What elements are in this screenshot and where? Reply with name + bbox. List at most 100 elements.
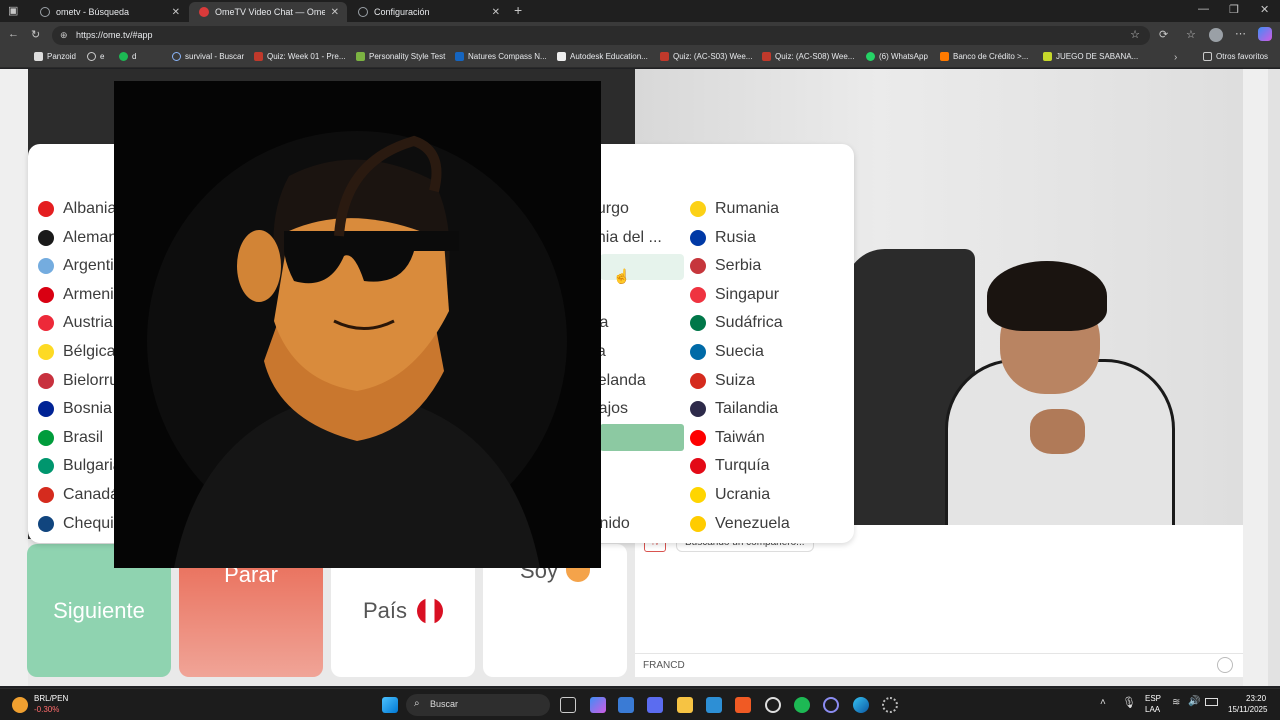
country-option[interactable]: Rumania: [690, 196, 779, 222]
windows-start-icon[interactable]: [382, 697, 398, 713]
settings-gear-icon[interactable]: [882, 697, 898, 713]
bookmark-item[interactable]: Banco de Crédito >...: [940, 52, 1028, 61]
tab-search[interactable]: ometv - Búsqueda ✕: [30, 2, 188, 22]
more-menu-icon[interactable]: ⋯: [1235, 27, 1246, 40]
mouse-cursor-icon: ☝: [613, 268, 631, 284]
bookmark-item[interactable]: survival - Buscar: [172, 52, 244, 61]
country-option[interactable]: Taiwán: [690, 425, 765, 451]
country-option[interactable]: Tailandia: [690, 396, 778, 422]
clock-time[interactable]: 23:20: [1246, 694, 1266, 703]
bookmark-item[interactable]: Quiz: Week 01 - Pre...: [254, 52, 346, 61]
spotify-icon[interactable]: [794, 697, 810, 713]
back-icon[interactable]: ←: [8, 28, 19, 40]
reload-icon[interactable]: ↻: [31, 28, 40, 41]
country-option[interactable]: Suiza: [690, 368, 755, 394]
copilot-app-icon[interactable]: [590, 697, 606, 713]
bookmark-label: e: [100, 52, 105, 61]
bookmark-item[interactable]: Quiz: (AC-S08) Wee...: [762, 52, 854, 61]
country-option[interactable]: Bélgica: [38, 339, 115, 365]
country-option[interactable]: Turquía: [690, 453, 770, 479]
country-flag-icon: [690, 344, 706, 360]
brave-icon[interactable]: [735, 697, 751, 713]
wifi-icon[interactable]: ≋: [1172, 697, 1180, 708]
language-top[interactable]: ESP: [1145, 694, 1161, 703]
chevron-right-icon[interactable]: ›: [1174, 52, 1177, 63]
task-view-icon[interactable]: [560, 697, 576, 713]
bookmark-item[interactable]: (6) WhatsApp: [866, 52, 928, 61]
copilot-icon[interactable]: [1258, 27, 1272, 41]
country-option[interactable]: Chequia: [38, 511, 123, 537]
country-flag-icon: [38, 487, 54, 503]
bookmark-item[interactable]: Personality Style Test: [356, 52, 445, 61]
spotify-icon: [119, 52, 128, 61]
clock-date[interactable]: 15/11/2025: [1228, 705, 1267, 714]
country-option[interactable]: Albania: [38, 196, 116, 222]
taskbar-search[interactable]: ⌕ Buscar: [406, 694, 550, 716]
tab-ometv[interactable]: OmeTV Video Chat — Omeg ✕: [189, 2, 347, 22]
close-tab-icon[interactable]: ✕: [492, 7, 500, 18]
weather-icon[interactable]: [12, 697, 28, 713]
microphone-icon[interactable]: 🎙: [1122, 696, 1136, 709]
country-flag-icon: [690, 286, 706, 303]
favorite-star-icon[interactable]: ☆: [1130, 26, 1140, 45]
extensions-icon[interactable]: ⟳: [1159, 28, 1168, 41]
whatsapp-icon: [866, 52, 875, 61]
new-tab-icon[interactable]: +: [514, 2, 522, 18]
gear-icon: [358, 7, 368, 17]
battery-icon[interactable]: [1205, 698, 1218, 706]
file-explorer-icon[interactable]: [677, 697, 693, 713]
bookmark-item[interactable]: Panzoid: [34, 52, 76, 61]
country-option[interactable]: Bosnia: [38, 396, 112, 422]
bookmark-item[interactable]: d: [119, 52, 136, 61]
tab-title: OmeTV Video Chat — Omeg: [215, 7, 325, 17]
country-option[interactable]: Suecia: [690, 339, 764, 365]
show-hidden-icons[interactable]: ˄: [1100, 697, 1106, 708]
country-flag-icon: [690, 201, 706, 217]
autodesk-icon: [557, 52, 566, 61]
country-option[interactable]: Bulgaria: [38, 453, 122, 479]
edge-icon[interactable]: [853, 697, 869, 713]
volume-icon[interactable]: 🔊: [1188, 696, 1200, 707]
site-info-icon[interactable]: ⊕: [60, 26, 68, 45]
country-option[interactable]: Rusia: [690, 225, 756, 251]
close-window-icon[interactable]: ✕: [1260, 3, 1269, 16]
browser-tab-bar: ▣ ometv - Búsqueda ✕ OmeTV Video Chat — …: [0, 0, 1280, 22]
bookmark-item[interactable]: Autodesk Education...: [557, 52, 648, 61]
chat-input[interactable]: FRANCD: [635, 653, 1243, 677]
bookmark-item[interactable]: Natures Compass N...: [455, 52, 547, 61]
chatgpt-icon[interactable]: [765, 697, 781, 713]
language-bottom[interactable]: LAA: [1145, 705, 1160, 714]
bookmark-label: Otros favoritos: [1216, 52, 1269, 61]
bookmark-item[interactable]: Quiz: (AC-S03) Wee...: [660, 52, 752, 61]
globe-icon: [87, 52, 96, 61]
window-menu-icon[interactable]: ▣: [8, 4, 18, 17]
country-option[interactable]: Armenia: [38, 282, 123, 308]
country-option[interactable]: Venezuela: [690, 511, 790, 537]
store-icon[interactable]: [618, 697, 634, 713]
country-option[interactable]: Serbia: [690, 253, 761, 279]
country-option[interactable]: Austria: [38, 310, 113, 336]
maximize-icon[interactable]: ❐: [1229, 3, 1239, 16]
close-tab-icon[interactable]: ✕: [331, 7, 339, 18]
other-favorites[interactable]: Otros favoritos: [1203, 52, 1268, 61]
profile-avatar[interactable]: [1209, 28, 1223, 42]
security-icon[interactable]: [647, 697, 663, 713]
country-option[interactable]: Singapur: [690, 282, 779, 308]
country-option[interactable]: Sudáfrica: [690, 310, 783, 336]
cortana-icon[interactable]: [823, 697, 839, 713]
vscode-icon[interactable]: [706, 697, 722, 713]
favorites-icon[interactable]: ☆: [1186, 28, 1196, 41]
bookmark-item[interactable]: JUEGO DE SABANA...: [1043, 52, 1138, 61]
url-field[interactable]: ⊕ https://ome.tv/#app ☆: [52, 26, 1150, 45]
country-option[interactable]: Ucrania: [690, 482, 770, 508]
close-tab-icon[interactable]: ✕: [172, 7, 180, 18]
tab-settings[interactable]: Configuración ✕: [348, 2, 508, 22]
emoji-icon[interactable]: [1217, 657, 1233, 673]
country-name: Rumania: [715, 200, 780, 217]
bookmark-label: Banco de Crédito >...: [953, 52, 1029, 61]
country-option[interactable]: Brasil: [38, 425, 103, 451]
scrollbar[interactable]: [1268, 69, 1280, 686]
country-option[interactable]: Canadá: [38, 482, 119, 508]
minimize-icon[interactable]: —: [1198, 3, 1209, 15]
bookmark-item[interactable]: e: [87, 52, 104, 61]
